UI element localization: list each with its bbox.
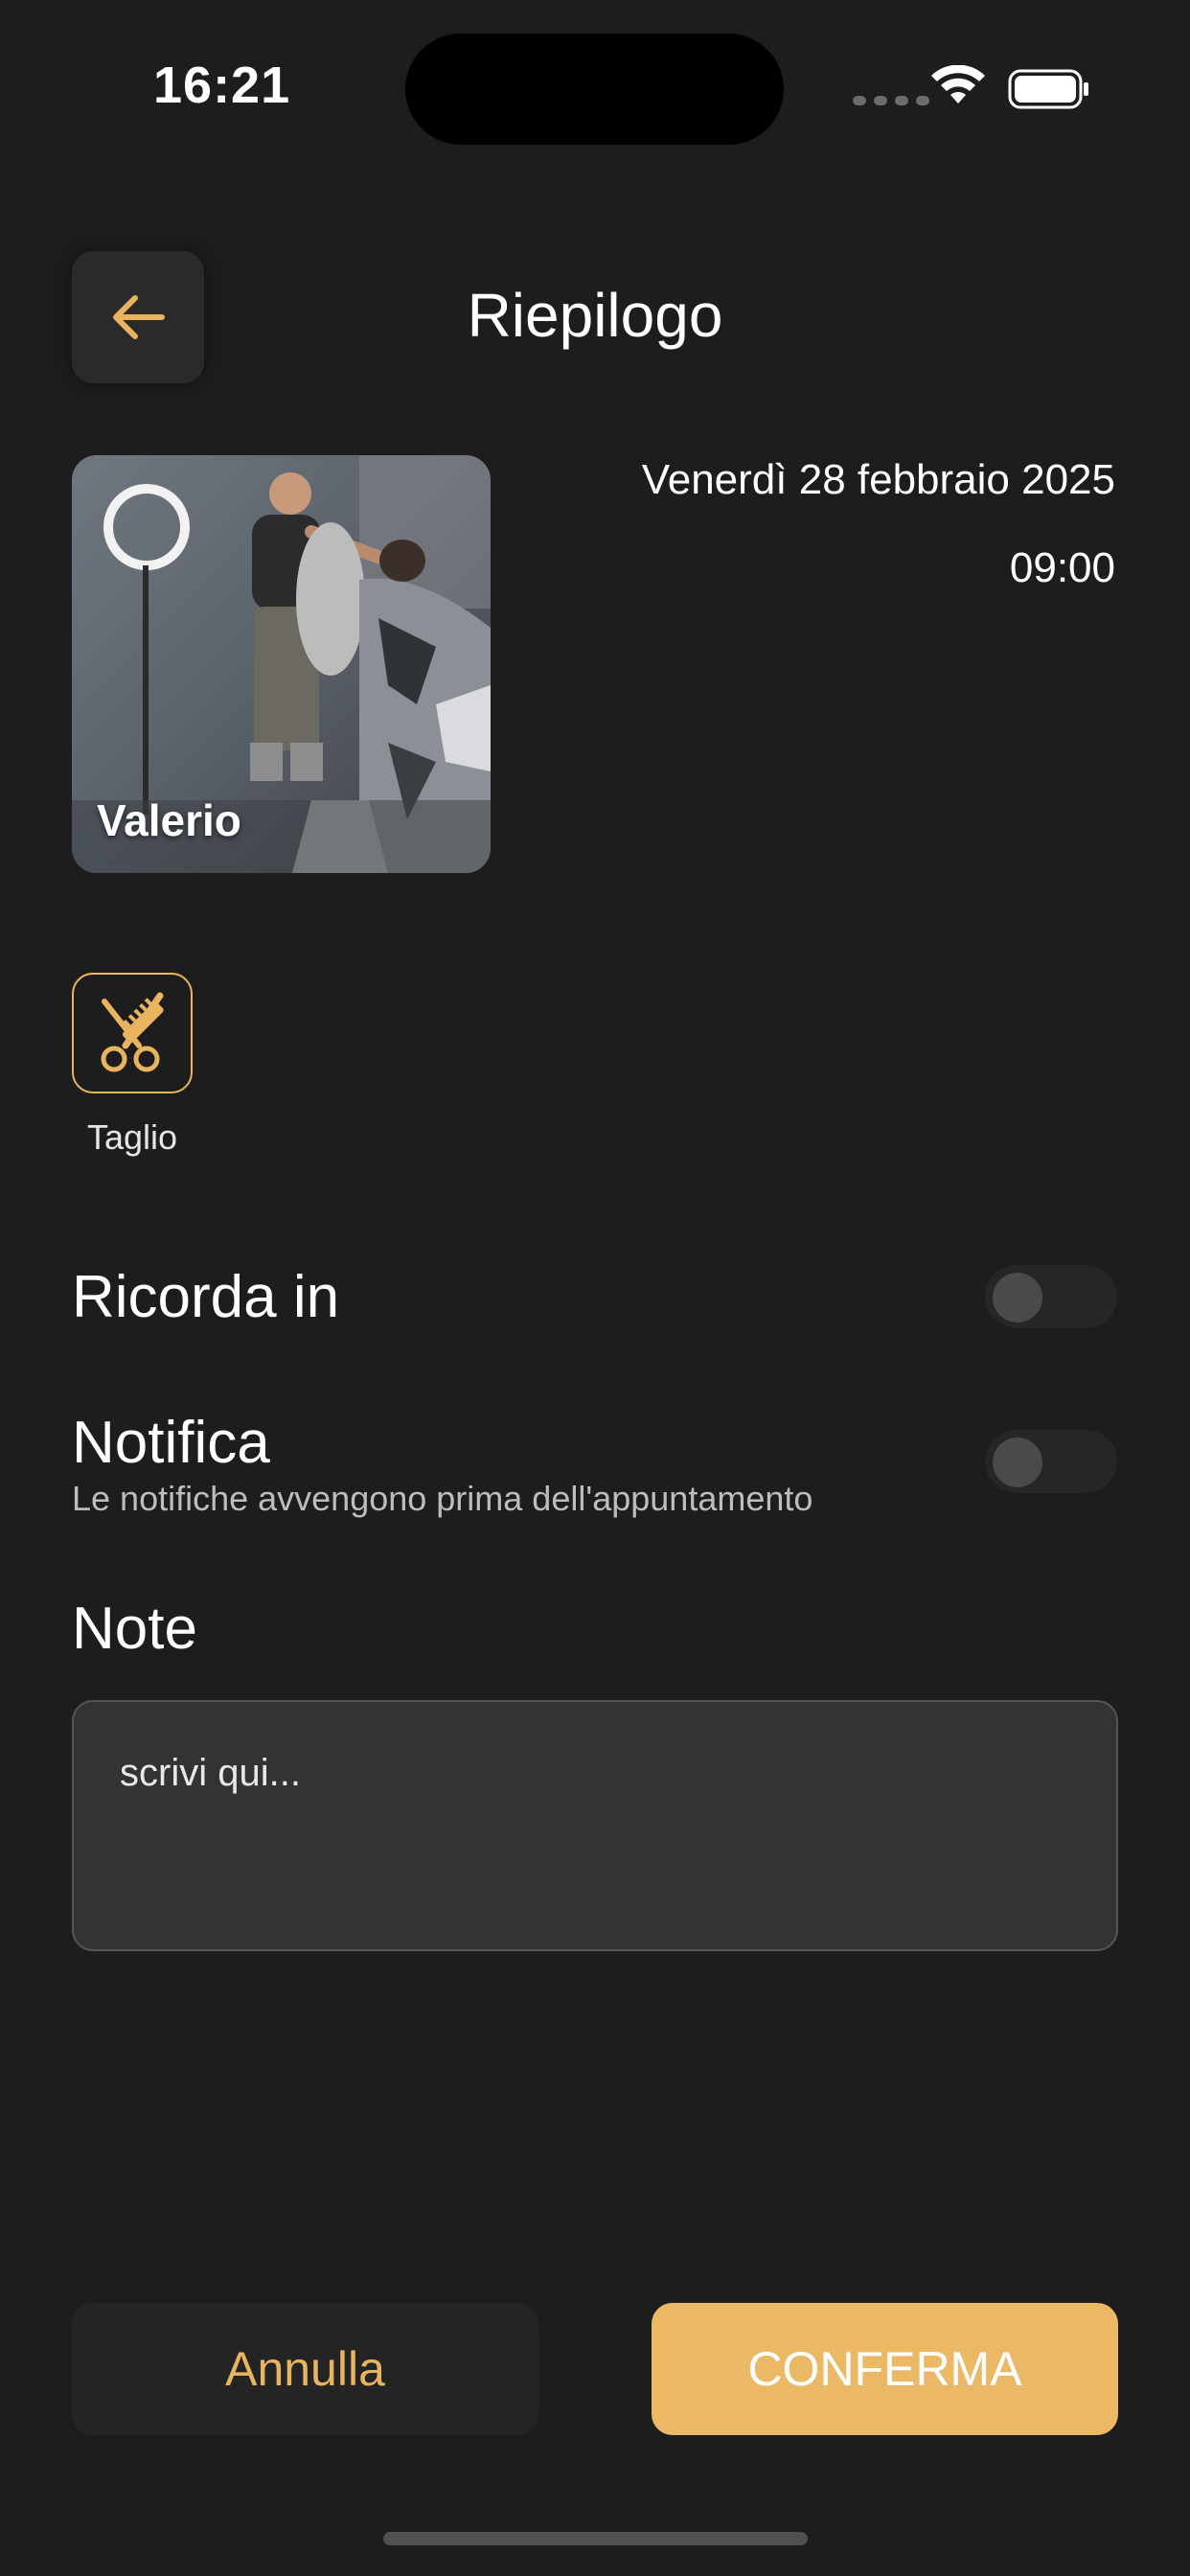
- service-label: Taglio: [86, 1117, 178, 1157]
- notify-description: Le notifiche avvengono prima dell'appunt…: [72, 1479, 813, 1518]
- scissors-comb-icon: [101, 992, 164, 1072]
- dynamic-island: [405, 34, 784, 145]
- note-field-container: [72, 1700, 1118, 1951]
- service-tile-taglio[interactable]: [72, 973, 193, 1093]
- cellular-signal-icon: [853, 96, 929, 105]
- battery-icon: [1008, 69, 1090, 114]
- note-input[interactable]: [74, 1702, 1116, 1949]
- cancel-button[interactable]: Annulla: [72, 2303, 538, 2435]
- notify-toggle[interactable]: [985, 1430, 1117, 1493]
- barber-name: Valerio: [97, 795, 241, 845]
- toggle-knob: [993, 1273, 1042, 1322]
- confirm-button[interactable]: CONFERMA: [652, 2303, 1118, 2435]
- appointment-time: 09:00: [1009, 544, 1115, 591]
- remind-toggle[interactable]: [985, 1265, 1117, 1328]
- notify-label: Notifica: [72, 1410, 270, 1476]
- note-label: Note: [72, 1596, 197, 1662]
- status-time: 16:21: [153, 57, 291, 114]
- wifi-icon: [929, 64, 987, 112]
- appointment-date: Venerdì 28 febbraio 2025: [641, 456, 1115, 503]
- home-indicator[interactable]: [383, 2532, 808, 2545]
- barber-photo-card[interactable]: Valerio: [72, 455, 491, 873]
- page-title: Riepilogo: [467, 281, 723, 350]
- remind-label: Ricorda in: [72, 1264, 340, 1330]
- toggle-knob: [993, 1438, 1042, 1487]
